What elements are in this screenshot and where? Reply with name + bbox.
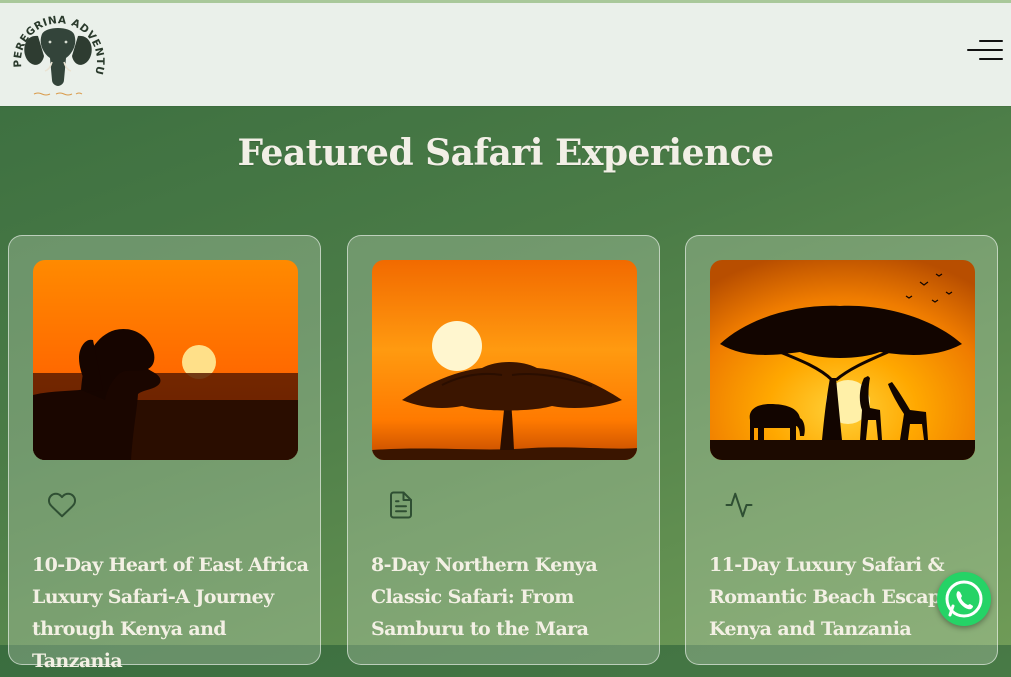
card-title[interactable]: 8-Day Northern Kenya Classic Safari: Fro… (371, 549, 651, 645)
activity-pulse-icon[interactable] (724, 490, 754, 520)
heart-icon[interactable] (47, 490, 77, 520)
elephant-head-icon: PEREGRINA ADVENTURES (6, 0, 105, 96)
acacia-sunset-illustration (372, 260, 637, 460)
safari-card-2[interactable]: 8-Day Northern Kenya Classic Safari: Fro… (347, 235, 660, 665)
menu-line-middle (967, 49, 1003, 51)
hamburger-menu-icon[interactable] (963, 39, 1003, 63)
site-header: PEREGRINA ADVENTURES (0, 0, 1011, 106)
lion-sunset-image[interactable] (33, 260, 298, 460)
document-icon[interactable] (386, 490, 416, 520)
savanna-wildlife-illustration (710, 260, 975, 460)
menu-line-top (979, 40, 1003, 42)
acacia-sunset-image[interactable] (372, 260, 637, 460)
card-title[interactable]: 10-Day Heart of East Africa Luxury Safar… (32, 549, 312, 677)
savanna-wildlife-sunset-image[interactable] (710, 260, 975, 460)
whatsapp-icon[interactable] (937, 572, 991, 626)
section-title: Featured Safari Experience (237, 132, 774, 174)
lion-sunset-illustration (33, 260, 298, 460)
menu-line-bottom (979, 58, 1003, 60)
safari-card-1[interactable]: 10-Day Heart of East Africa Luxury Safar… (8, 235, 321, 672)
brand-logo[interactable]: PEREGRINA ADVENTURES (6, 0, 106, 102)
